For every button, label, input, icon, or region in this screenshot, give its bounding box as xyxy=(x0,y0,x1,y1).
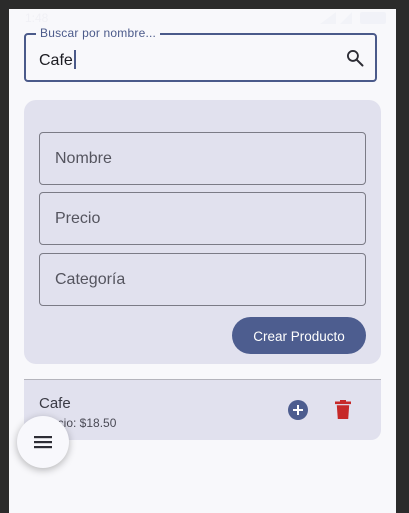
product-list-item: Cafe Precio: $18.50 xyxy=(24,380,381,440)
search-label: Buscar por nombre... xyxy=(36,26,161,40)
price-field-placeholder: Precio xyxy=(55,210,101,227)
search-input[interactable]: Cafe xyxy=(39,50,76,70)
text-cursor xyxy=(73,50,76,69)
search-field[interactable]: Buscar por nombre... Cafe xyxy=(24,26,377,82)
product-name: Cafe xyxy=(39,395,71,412)
name-field[interactable]: Nombre xyxy=(39,132,366,185)
category-field[interactable]: Categoría xyxy=(39,253,366,306)
battery-icon xyxy=(360,12,386,24)
signal-icon xyxy=(320,12,336,24)
app-screen: 1:48 Buscar por nombre... Cafe Nombre Pr… xyxy=(9,9,396,513)
price-field[interactable]: Precio xyxy=(39,192,366,245)
create-product-button[interactable]: Crear Producto xyxy=(232,317,366,354)
search-input-text: Cafe xyxy=(39,52,73,69)
name-field-placeholder: Nombre xyxy=(55,150,112,167)
wifi-icon xyxy=(340,12,352,24)
status-time: 1:48 xyxy=(25,11,49,25)
delete-icon[interactable] xyxy=(335,400,351,419)
product-form-card: Nombre Precio Categoría Crear Producto xyxy=(24,100,381,364)
search-icon[interactable] xyxy=(345,48,365,68)
menu-icon xyxy=(34,436,52,449)
category-field-placeholder: Categoría xyxy=(55,271,126,288)
add-circle-icon[interactable] xyxy=(288,400,308,420)
menu-fab[interactable] xyxy=(17,416,69,468)
